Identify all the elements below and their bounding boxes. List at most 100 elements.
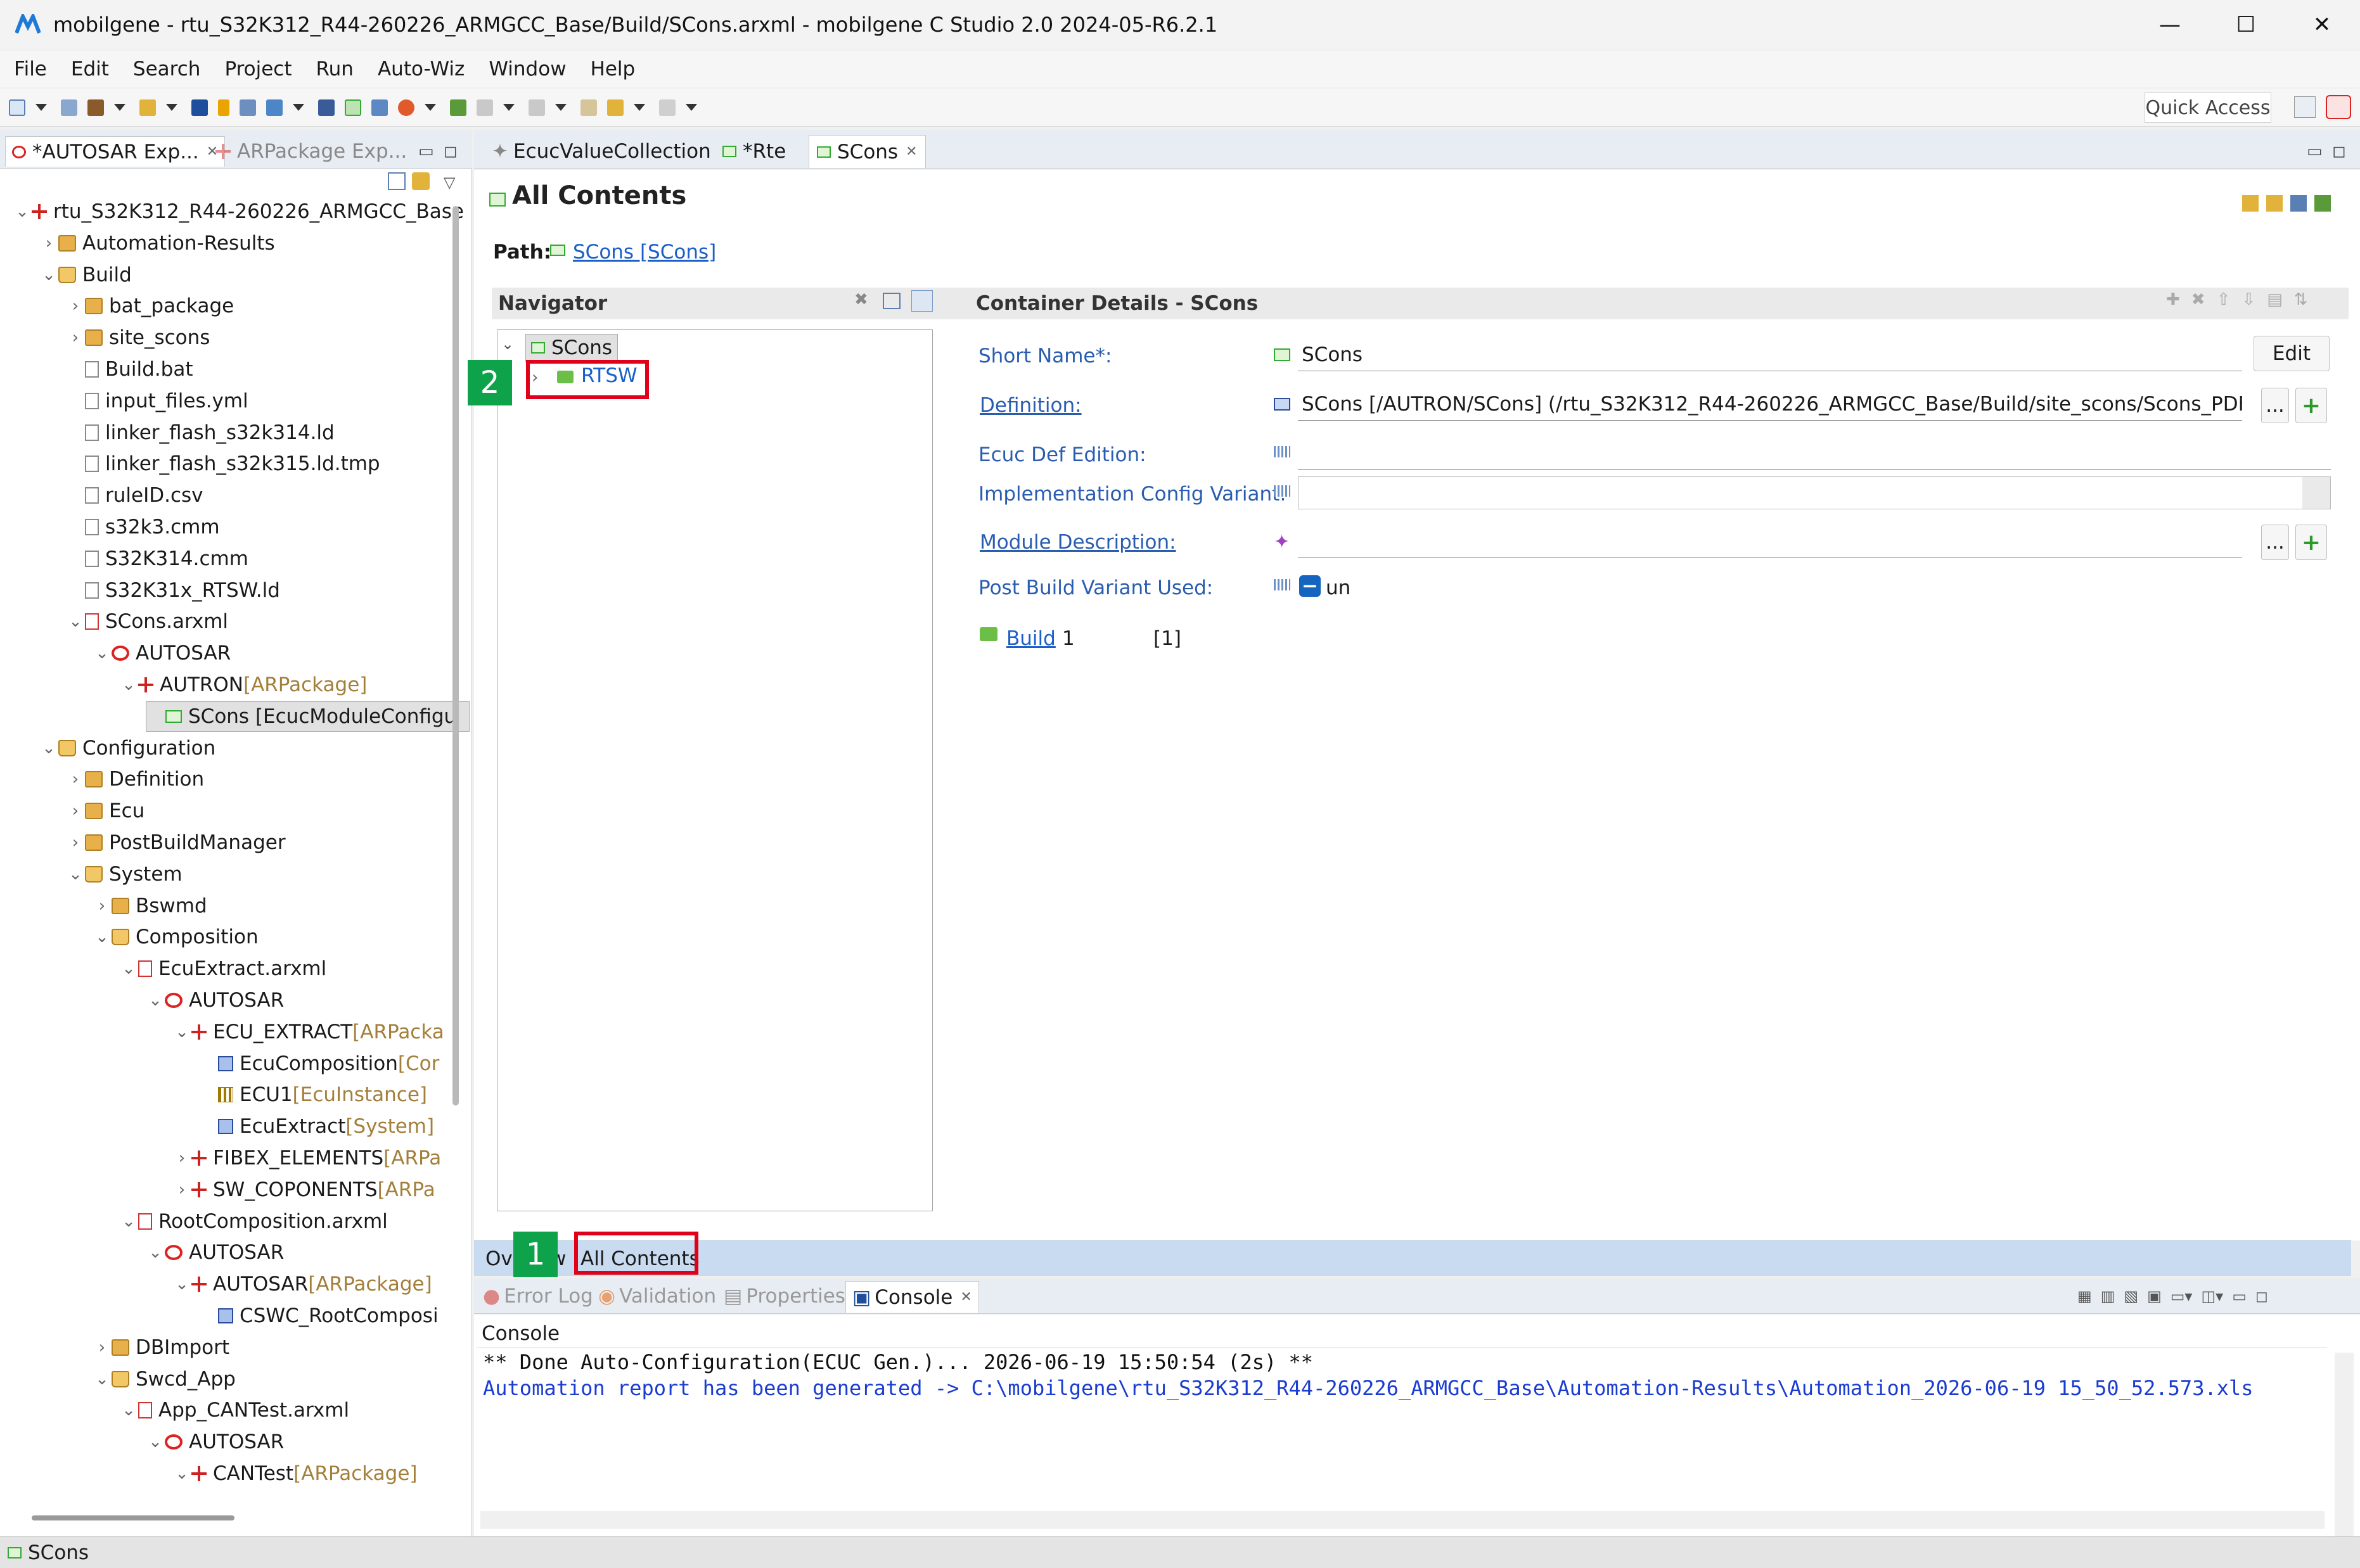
chevron-down-icon[interactable]: ⌄ [93, 644, 112, 663]
chevron-down-icon[interactable]: ⌄ [39, 739, 58, 758]
tree-item[interactable]: ruleID.csv [66, 480, 203, 511]
menu-project[interactable]: Project [224, 58, 292, 80]
chevron-right-icon[interactable]: › [172, 1180, 191, 1199]
chevron-down-icon[interactable]: ⌄ [119, 1212, 138, 1231]
back-history-icon[interactable] [580, 99, 597, 116]
tab-ecucvaluecollection[interactable]: ✦ EcucValueCollection [484, 135, 719, 168]
move-up-icon[interactable]: ⇧ [2217, 290, 2231, 309]
definition-browse-button[interactable]: ... [2261, 388, 2289, 423]
tree-item[interactable]: ⌄ Swcd_App [93, 1364, 236, 1394]
definition-link[interactable]: Definition: [980, 394, 1082, 417]
tab-validation[interactable]: ◉ Validation [598, 1285, 716, 1308]
tree-item[interactable]: › Ecu [66, 796, 144, 826]
tree-item[interactable]: › Automation-Results [39, 228, 275, 258]
maximize-console-icon[interactable]: ◻ [2255, 1287, 2268, 1305]
tree-item[interactable]: › site_scons [66, 322, 210, 353]
console-vertical-scrollbar[interactable] [2335, 1353, 2354, 1543]
tab-arpackage-explorer[interactable]: ARPackage Exp... [215, 136, 407, 167]
close-navigator-icon[interactable]: ✖ [854, 290, 868, 309]
tree-item[interactable]: ⌄ App_CANTest.arxml [119, 1395, 349, 1425]
module-description-link[interactable]: Module Description: [980, 531, 1176, 554]
post-build-checkbox[interactable]: − [1299, 575, 1321, 597]
tree-item[interactable]: › DBImport [93, 1332, 229, 1363]
tree-item[interactable]: ⌄ AUTOSAR [146, 985, 284, 1016]
refresh-icon[interactable] [2314, 195, 2331, 212]
chevron-down-icon[interactable]: ⌄ [66, 612, 85, 631]
tree-item[interactable]: › Bswmd [93, 891, 207, 921]
tree-item[interactable]: input_files.yml [66, 386, 248, 416]
dropdown-arrow-icon[interactable] [2302, 477, 2330, 509]
scroll-lock-icon[interactable]: ▥ [2101, 1287, 2115, 1305]
tree-item[interactable]: ⌄ AUTOSAR [146, 1427, 284, 1457]
minimize-view-icon[interactable]: ▭ [418, 136, 434, 167]
back-dropdown-icon[interactable] [634, 104, 645, 111]
module-description-browse-button[interactable]: ... [2261, 525, 2289, 560]
chevron-down-icon[interactable]: ⌄ [146, 1432, 165, 1451]
open-perspective-icon[interactable] [2294, 96, 2316, 118]
nav-item-scons[interactable]: SCons [525, 334, 619, 362]
chevron-right-icon[interactable]: › [66, 770, 85, 789]
run-config-icon[interactable] [450, 99, 466, 116]
tab-rte[interactable]: *Rte [715, 135, 793, 168]
save-icon[interactable] [61, 99, 77, 116]
home-icon[interactable] [2290, 195, 2307, 212]
tree-item[interactable]: ⌄ EcuExtract.arxml [119, 953, 326, 984]
chevron-right-icon[interactable]: › [93, 896, 112, 915]
terminal-icon[interactable] [191, 99, 208, 116]
annotation-dropdown-icon[interactable] [555, 104, 567, 111]
menu-edit[interactable]: Edit [71, 58, 109, 80]
menu-help[interactable]: Help [591, 58, 636, 80]
chevron-down-icon[interactable]: ⌄ [172, 1023, 191, 1042]
chevron-right-icon[interactable]: › [172, 1149, 191, 1168]
tree-item[interactable]: linker_flash_s32k314.ld [66, 417, 335, 448]
close-tab-icon[interactable]: ✕ [960, 1289, 972, 1305]
tab-console[interactable]: ▣ Console ✕ [845, 1281, 979, 1313]
chevron-right-icon[interactable]: › [66, 328, 85, 347]
link-icon[interactable] [2266, 195, 2283, 212]
build-dropdown-icon[interactable] [114, 104, 125, 111]
tab-scons[interactable]: SCons ✕ [809, 135, 926, 168]
table-icon[interactable]: ▤ [2267, 290, 2283, 309]
tree-horizontal-scrollbar[interactable] [32, 1515, 234, 1520]
chevron-right-icon[interactable]: › [66, 801, 85, 820]
add-icon[interactable]: ✚ [2166, 290, 2180, 309]
open-console-icon[interactable]: ◫▾ [2201, 1287, 2223, 1305]
tab-error-log[interactable]: ● Error Log [483, 1285, 593, 1308]
module-description-add-button[interactable]: + [2295, 525, 2327, 560]
chevron-down-icon[interactable]: ⌄ [13, 202, 32, 221]
tree-item[interactable]: S32K314.cmm [66, 544, 248, 574]
close-tab-icon[interactable]: ✕ [906, 144, 917, 160]
container-icon[interactable] [345, 99, 361, 116]
tree-item[interactable]: ⌄ System [66, 859, 183, 889]
tree-item[interactable]: ECU1 [EcuInstance] [199, 1080, 427, 1110]
forward-arrow-icon[interactable] [659, 99, 676, 116]
tree-item[interactable]: ⌄ AUTOSAR [ARPackage] [172, 1269, 432, 1299]
tree-item[interactable]: ⌄ SCons.arxml [66, 606, 228, 637]
tree-item[interactable]: s32k3.cmm [66, 512, 220, 542]
tree-item[interactable]: ⌄ Build [39, 260, 132, 290]
chevron-down-icon[interactable]: ⌄ [66, 865, 85, 884]
tab-properties[interactable]: ▤ Properties [724, 1285, 845, 1308]
view-menu-icon[interactable]: ▽ [444, 174, 455, 191]
chevron-down-icon[interactable]: ⌄ [172, 1464, 191, 1483]
link-navigator-icon[interactable] [911, 290, 933, 312]
wizard-dropdown-icon[interactable] [166, 104, 177, 111]
chevron-right-icon[interactable]: › [39, 234, 58, 253]
definition-field[interactable]: SCons [/AUTRON/SCons] (/rtu_S32K312_R44-… [1298, 388, 2242, 421]
chevron-down-icon[interactable]: ⌄ [119, 959, 138, 978]
chevron-down-icon[interactable]: ⌄ [93, 927, 112, 947]
menu-file[interactable]: File [14, 58, 47, 80]
path-link[interactable]: SCons [SCons] [573, 241, 716, 264]
tree-item[interactable]: ⌄ CANTest [ARPackage] [172, 1458, 417, 1489]
menu-run[interactable]: Run [316, 58, 354, 80]
tree-item[interactable]: ⌄ AUTRON [ARPackage] [119, 670, 367, 700]
tree-item[interactable]: ⌄ RootComposition.arxml [119, 1206, 388, 1237]
menu-search[interactable]: Search [133, 58, 201, 80]
tree-item[interactable]: ⌄ Configuration [39, 733, 215, 763]
definition-add-button[interactable]: + [2295, 388, 2327, 423]
sort-icon[interactable]: ⇅ [2294, 290, 2308, 309]
word-wrap-icon[interactable]: ▧ [2124, 1287, 2138, 1305]
tree-item[interactable]: linker_flash_s32k315.ld.tmp [66, 449, 380, 479]
build-container-link[interactable]: Build [1006, 627, 1056, 650]
tab-autosar-explorer[interactable]: *AUTOSAR Exp... ✕ [5, 136, 226, 167]
